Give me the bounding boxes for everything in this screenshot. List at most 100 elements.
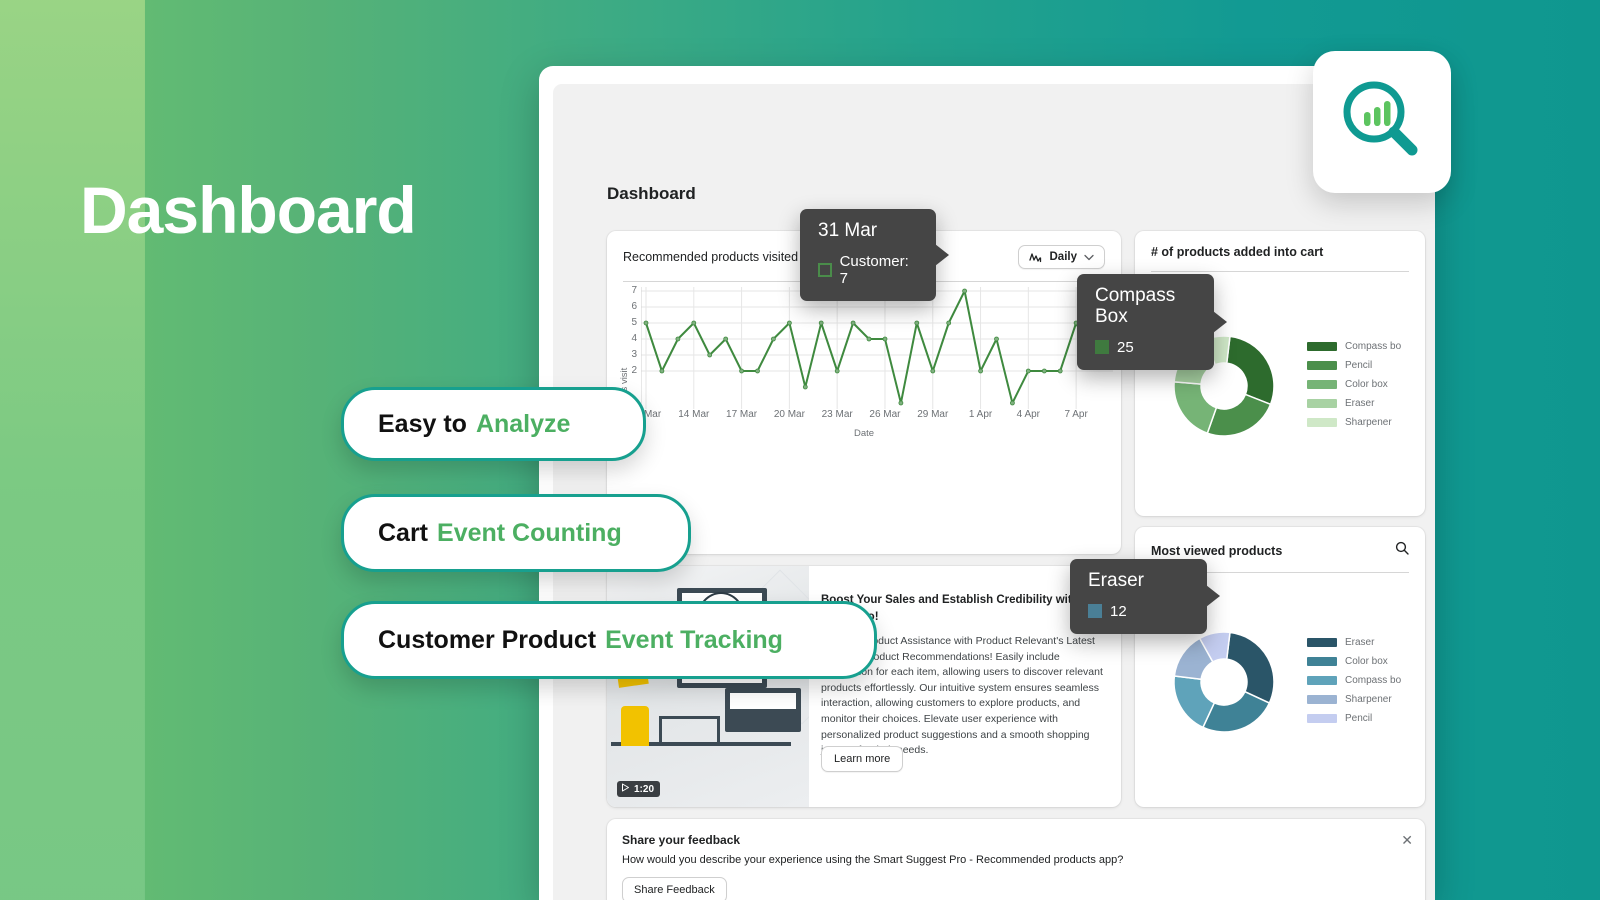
x-tick-label: 20 Mar	[773, 409, 805, 420]
x-tick-label: 4 Apr	[1016, 409, 1041, 420]
learn-more-button[interactable]: Learn more	[821, 746, 904, 772]
most-viewed-tooltip: Eraser 12	[1070, 559, 1220, 634]
cart-donut-header: # of products added into cart	[1135, 231, 1425, 259]
video-duration-label: 1:20	[634, 783, 655, 795]
chevron-down-icon	[1084, 254, 1094, 261]
feature-pill-plain-text: Cart	[378, 518, 429, 547]
legend-swatch	[1307, 714, 1337, 723]
play-icon	[621, 783, 630, 795]
legend-item: Sharpener	[1307, 694, 1401, 705]
tooltip-value: 12	[1110, 602, 1127, 620]
legend-swatch	[1307, 638, 1337, 647]
donut-slice[interactable]	[1225, 335, 1275, 406]
legend-swatch	[1307, 380, 1337, 389]
tooltip-title: 31 Mar	[818, 220, 878, 241]
legend-swatch	[1307, 399, 1337, 408]
tooltip-title: Compass Box	[1095, 285, 1176, 327]
y-tick-label: 2	[631, 365, 637, 376]
y-tick-label: 4	[631, 333, 637, 344]
legend-item: Color box	[1307, 656, 1401, 667]
y-tick-label: 5	[631, 317, 637, 328]
legend-item: Compass bo	[1307, 675, 1401, 686]
feature-pill-analyze[interactable]: Easy to Analyze	[341, 387, 646, 461]
tooltip-value: 25	[1117, 338, 1134, 356]
feature-pill-accent-text: Event Counting	[437, 518, 622, 547]
feature-pill-plain-text: Easy to	[378, 409, 467, 438]
legend-label: Pencil	[1345, 713, 1373, 724]
legend-swatch	[1307, 342, 1337, 351]
cart-donut-title: # of products added into cart	[1151, 245, 1324, 259]
tooltip-arrow	[935, 243, 949, 266]
tooltip-swatch	[818, 262, 832, 277]
x-axis-label: Date	[853, 428, 875, 439]
magnifier-bar-chart-icon	[1336, 74, 1428, 171]
tooltip-row: 12	[1088, 603, 1189, 620]
legend-label: Eraser	[1345, 398, 1375, 409]
tooltip-swatch	[1088, 604, 1102, 619]
feature-pill-plain-text: Customer Product	[378, 625, 597, 654]
tooltip-swatch	[1095, 340, 1109, 355]
legend-item: Eraser	[1307, 637, 1401, 648]
tooltip-title: Eraser	[1088, 570, 1144, 591]
legend-item: Color box	[1307, 379, 1401, 390]
video-duration-badge: 1:20	[617, 781, 661, 797]
legend-swatch	[1307, 657, 1337, 666]
donut-slice[interactable]	[1201, 690, 1271, 733]
line-chart-tooltip: 31 Mar Customer: 7	[800, 209, 949, 301]
app-canvas: Dashboard Recommended products visited b…	[553, 84, 1435, 900]
donut-slice[interactable]	[1206, 393, 1272, 437]
legend-item: Eraser	[1307, 398, 1401, 409]
app-logo-badge	[1313, 51, 1451, 193]
feature-pill-accent-text: Event Tracking	[605, 625, 783, 654]
feedback-title: Share your feedback	[622, 833, 741, 847]
line-chart-icon	[1028, 252, 1043, 263]
range-selector-label: Daily	[1049, 251, 1078, 263]
feature-pill-cart-event-counting[interactable]: Cart Event Counting	[341, 494, 691, 572]
x-tick-label: 14 Mar	[678, 409, 710, 420]
legend-label: Color box	[1345, 656, 1388, 667]
legend-item: Pencil	[1307, 713, 1401, 724]
background-left-band	[0, 0, 145, 900]
feedback-card: Share your feedback How would you descri…	[607, 819, 1425, 900]
legend-label: Sharpener	[1345, 417, 1392, 428]
x-tick-label: 7 Apr	[1064, 409, 1088, 420]
y-tick-label: 3	[631, 349, 637, 360]
x-tick-label: 17 Mar	[726, 409, 758, 420]
legend-swatch	[1307, 418, 1337, 427]
legend-swatch	[1307, 361, 1337, 370]
legend-swatch	[1307, 695, 1337, 704]
feature-pill-customer-product-event-tracking[interactable]: Customer Product Event Tracking	[341, 601, 877, 679]
cart-post	[717, 716, 720, 744]
legend-item: Compass bo	[1307, 341, 1401, 352]
y-tick-label: 6	[631, 301, 637, 312]
legend-label: Pencil	[1345, 360, 1373, 371]
search-icon[interactable]	[1395, 541, 1409, 560]
cart-post	[659, 716, 662, 744]
range-selector-button[interactable]: Daily	[1017, 245, 1105, 269]
page-title: Dashboard	[607, 184, 696, 203]
tooltip-arrow	[1213, 310, 1227, 333]
most-viewed-donut-chart[interactable]	[1169, 627, 1279, 737]
legend-label: Compass bo	[1345, 675, 1402, 686]
cart-donut-legend: Compass bo Pencil Color box Eraser Sharpener	[1307, 341, 1401, 428]
app-window: Dashboard Recommended products visited b…	[539, 66, 1435, 900]
legend-swatch	[1307, 676, 1337, 685]
close-icon[interactable]: ✕	[1401, 833, 1413, 847]
most-viewed-title: Most viewed products	[1151, 543, 1283, 558]
tooltip-value: Customer: 7	[839, 252, 909, 287]
share-feedback-button[interactable]: Share Feedback	[622, 877, 727, 900]
x-tick-label: 29 Mar	[917, 409, 949, 420]
most-viewed-legend: Eraser Color box Compass bo Sharpener Pencil	[1307, 637, 1401, 724]
donut-slice[interactable]	[1225, 631, 1275, 705]
feedback-question: How would you describe your experience u…	[622, 854, 1124, 866]
feature-pill-accent-text: Analyze	[475, 409, 571, 438]
tooltip-row: 25	[1095, 339, 1196, 356]
legend-item: Pencil	[1307, 360, 1401, 371]
legend-label: Sharpener	[1345, 694, 1392, 705]
hero-title: Dashboard	[80, 173, 417, 247]
tooltip-row: Customer: 7	[818, 253, 918, 287]
donut-slice[interactable]	[1173, 381, 1218, 435]
x-tick-label: 26 Mar	[869, 409, 901, 420]
x-tick-label: 1 Apr	[968, 409, 993, 420]
legend-label: Color box	[1345, 379, 1388, 390]
